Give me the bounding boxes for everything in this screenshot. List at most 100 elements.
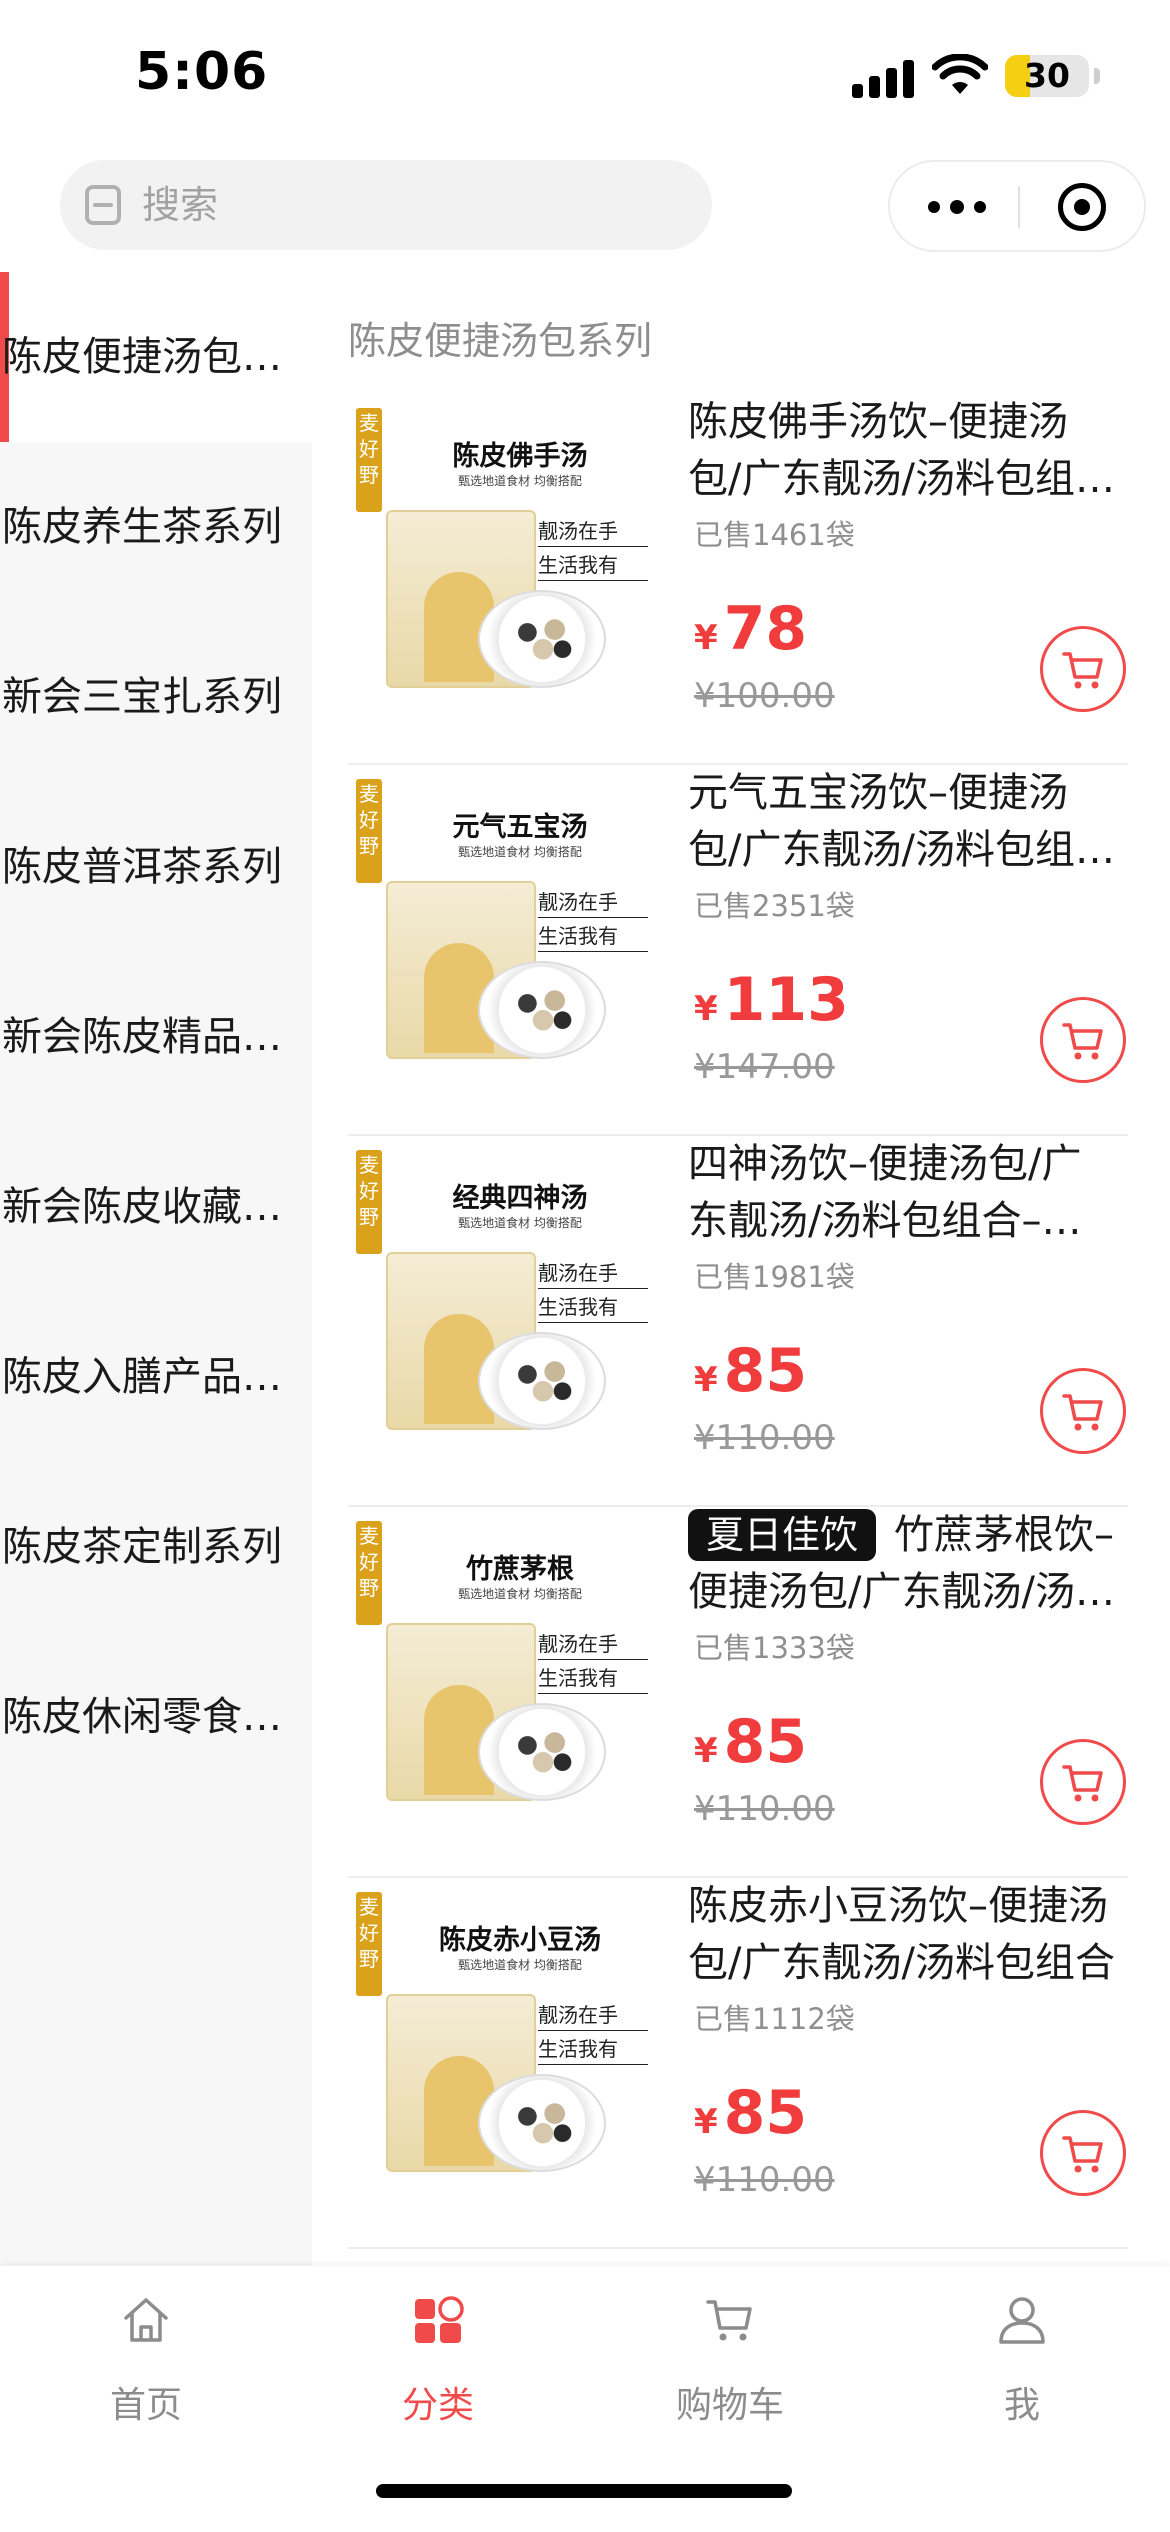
product-image[interactable]: 麦好野 元气五宝汤 甄选地道食材 均衡搭配 靓汤在手 生活我有: [348, 775, 648, 1075]
package-subtitle: 甄选地道食材 均衡搭配: [458, 1587, 582, 1601]
product-title[interactable]: 元气五宝汤饮–便捷汤包/广东靓汤/汤料包组合–麦好野: [688, 765, 1120, 879]
package-name: 陈皮佛手汤: [452, 441, 588, 472]
ingredient-plate: [478, 590, 606, 688]
category-icon: [415, 2296, 464, 2343]
price-value: 85: [723, 2078, 808, 2148]
sidebar-item[interactable]: 陈皮茶定制系列: [0, 1462, 312, 1632]
sidebar-item-label: 新会三宝扎系列: [2, 674, 282, 720]
package-slogan: 靓汤在手 生活我有: [538, 1258, 648, 1326]
sidebar-item-label: 陈皮养生茶系列: [2, 504, 282, 550]
sidebar-item[interactable]: 陈皮普洱茶系列: [0, 782, 312, 952]
sold-count: 已售1461袋: [694, 518, 855, 552]
package-name: 元气五宝汤: [452, 812, 588, 843]
tab-label: 购物车: [675, 2385, 784, 2426]
product-title-text: 陈皮赤小豆汤饮–便捷汤包/广东靓汤/汤料包组合: [688, 1883, 1115, 1986]
add-to-cart-icon: [1062, 1023, 1103, 1060]
product-card[interactable]: 麦好野 竹蔗茅根 甄选地道食材 均衡搭配 靓汤在手 生活我有 夏日佳饮 竹蔗茅根饮–便捷汤包…: [348, 1507, 1128, 1878]
add-to-cart-button[interactable]: [1040, 2110, 1126, 2196]
miniprogram-capsule: [888, 160, 1146, 252]
package-name: 竹蔗茅根: [466, 1554, 574, 1585]
more-options-button[interactable]: [906, 174, 1006, 240]
brand-logo: 麦好野: [356, 408, 382, 512]
ingredient-plate: [478, 1332, 606, 1430]
original-price: ¥110.00: [694, 2160, 835, 2200]
add-to-cart-button[interactable]: [1040, 1739, 1126, 1825]
price-value: 85: [723, 1336, 808, 1406]
brand-logo: 麦好野: [356, 779, 382, 883]
currency-symbol: ¥: [694, 1360, 718, 1400]
product-title[interactable]: 夏日佳饮竹蔗茅根饮–便捷汤包/广东靓汤/汤料包组合: [688, 1507, 1120, 1621]
slogan-line: 靓汤在手: [538, 1629, 648, 1660]
home-icon: [124, 2298, 168, 2342]
package-name: 陈皮赤小豆汤: [439, 1925, 601, 1956]
product-image[interactable]: 麦好野 陈皮赤小豆汤 甄选地道食材 均衡搭配 靓汤在手 生活我有: [348, 1888, 648, 2188]
brand-logo: 麦好野: [356, 1892, 382, 1996]
user-icon: [999, 2297, 1045, 2344]
product-card[interactable]: 麦好野 陈皮赤小豆汤 甄选地道食材 均衡搭配 靓汤在手 生活我有 陈皮赤小豆汤饮–便捷汤包…: [348, 1878, 1128, 2249]
product-card[interactable]: 麦好野 元气五宝汤 甄选地道食材 均衡搭配 靓汤在手 生活我有 元气五宝汤饮–便捷汤包/广…: [348, 765, 1128, 1136]
sidebar-item-label: 陈皮便捷汤包系列: [2, 334, 302, 380]
product-title[interactable]: 陈皮赤小豆汤饮–便捷汤包/广东靓汤/汤料包组合: [688, 1878, 1120, 1992]
slogan-line: 生活我有: [538, 1663, 648, 1694]
tab-label: 分类: [401, 2385, 474, 2426]
product-title[interactable]: 四神汤饮–便捷汤包/广东靓汤/汤料包组合–麦好野: [688, 1136, 1120, 1250]
slogan-line: 生活我有: [538, 921, 648, 952]
product-card[interactable]: 麦好野 经典四神汤 甄选地道食材 均衡搭配 靓汤在手 生活我有 四神汤饮–便捷汤包/广东靓…: [348, 1136, 1128, 1507]
product-card[interactable]: 麦好野 陈皮佛手汤 甄选地道食材 均衡搭配 靓汤在手 生活我有 陈皮佛手汤饮–便捷汤包/广…: [348, 394, 1128, 765]
sold-count: 已售2351袋: [694, 889, 855, 923]
close-miniprogram-button[interactable]: [1032, 174, 1132, 240]
slogan-line: 靓汤在手: [538, 1258, 648, 1289]
sidebar-item-label: 陈皮普洱茶系列: [2, 844, 282, 890]
original-price: ¥110.00: [694, 1418, 835, 1458]
price: ¥85: [694, 1707, 807, 1777]
divider: [348, 2247, 1128, 2249]
capsule-divider: [1018, 186, 1020, 228]
tab-cart[interactable]: 购物车: [584, 2266, 876, 2456]
add-to-cart-button[interactable]: [1040, 1368, 1126, 1454]
tab-label: 首页: [109, 2385, 182, 2426]
sidebar-item-label: 新会陈皮精品系列: [2, 1014, 302, 1060]
price: ¥85: [694, 2078, 807, 2148]
add-to-cart-button[interactable]: [1040, 626, 1126, 712]
promo-badge: 夏日佳饮: [688, 1509, 877, 1561]
search-bar[interactable]: 搜索: [60, 160, 712, 250]
add-to-cart-icon: [1062, 1394, 1103, 1431]
price: ¥78: [694, 594, 807, 664]
brand-logo: 麦好野: [356, 1521, 382, 1625]
sidebar-item-label: 新会陈皮收藏系列: [2, 1184, 302, 1230]
battery-icon: 30: [1005, 55, 1089, 97]
slogan-line: 靓汤在手: [538, 2000, 648, 2031]
product-image[interactable]: 麦好野 陈皮佛手汤 甄选地道食材 均衡搭配 靓汤在手 生活我有: [348, 404, 648, 704]
original-price: ¥147.00: [694, 1047, 835, 1087]
sidebar-item[interactable]: 陈皮入膳产品系列: [0, 1292, 312, 1462]
status-bar: 5:06 30: [0, 0, 1170, 150]
tab-category[interactable]: 分类: [292, 2266, 584, 2456]
sidebar-item[interactable]: 新会陈皮收藏系列: [0, 1122, 312, 1292]
sidebar-item[interactable]: 陈皮休闲零食系列: [0, 1632, 312, 1802]
wifi-icon: [932, 54, 988, 94]
ingredient-plate: [478, 2074, 606, 2172]
sidebar-item[interactable]: 陈皮养生茶系列: [0, 442, 312, 612]
section-title: 陈皮便捷汤包系列: [348, 319, 653, 363]
currency-symbol: ¥: [694, 989, 718, 1029]
package-slogan: 靓汤在手 生活我有: [538, 887, 648, 955]
sidebar-item[interactable]: 陈皮便捷汤包系列: [0, 272, 312, 442]
tab-home[interactable]: 首页: [0, 2266, 292, 2456]
package-subtitle: 甄选地道食材 均衡搭配: [458, 1216, 582, 1230]
battery-tip: [1094, 68, 1100, 84]
add-to-cart-button[interactable]: [1040, 997, 1126, 1083]
search-icon: [85, 185, 121, 225]
battery-level: 30: [1024, 56, 1070, 95]
sidebar-item[interactable]: 新会三宝扎系列: [0, 612, 312, 782]
slogan-line: 生活我有: [538, 1292, 648, 1323]
product-image[interactable]: 麦好野 竹蔗茅根甄选地道食材 均衡搭配靓汤在手 生活我有: [348, 1517, 648, 1817]
product-title[interactable]: 陈皮佛手汤饮–便捷汤包/广东靓汤/汤料包组合–麦好野: [688, 394, 1120, 508]
package-slogan: 靓汤在手 生活我有: [538, 1629, 648, 1697]
tab-me[interactable]: 我: [876, 2266, 1168, 2456]
product-title-text: 元气五宝汤饮–便捷汤包/广东靓汤/汤料包组合–麦好野: [688, 770, 1075, 873]
sidebar-item[interactable]: 新会陈皮精品系列: [0, 952, 312, 1122]
product-image[interactable]: 麦好野 经典四神汤 甄选地道食材 均衡搭配 靓汤在手 生活我有: [348, 1146, 648, 1446]
price: ¥113: [694, 965, 849, 1035]
package-slogan: 靓汤在手 生活我有: [538, 2000, 648, 2068]
cellular-signal-icon: [852, 58, 914, 98]
